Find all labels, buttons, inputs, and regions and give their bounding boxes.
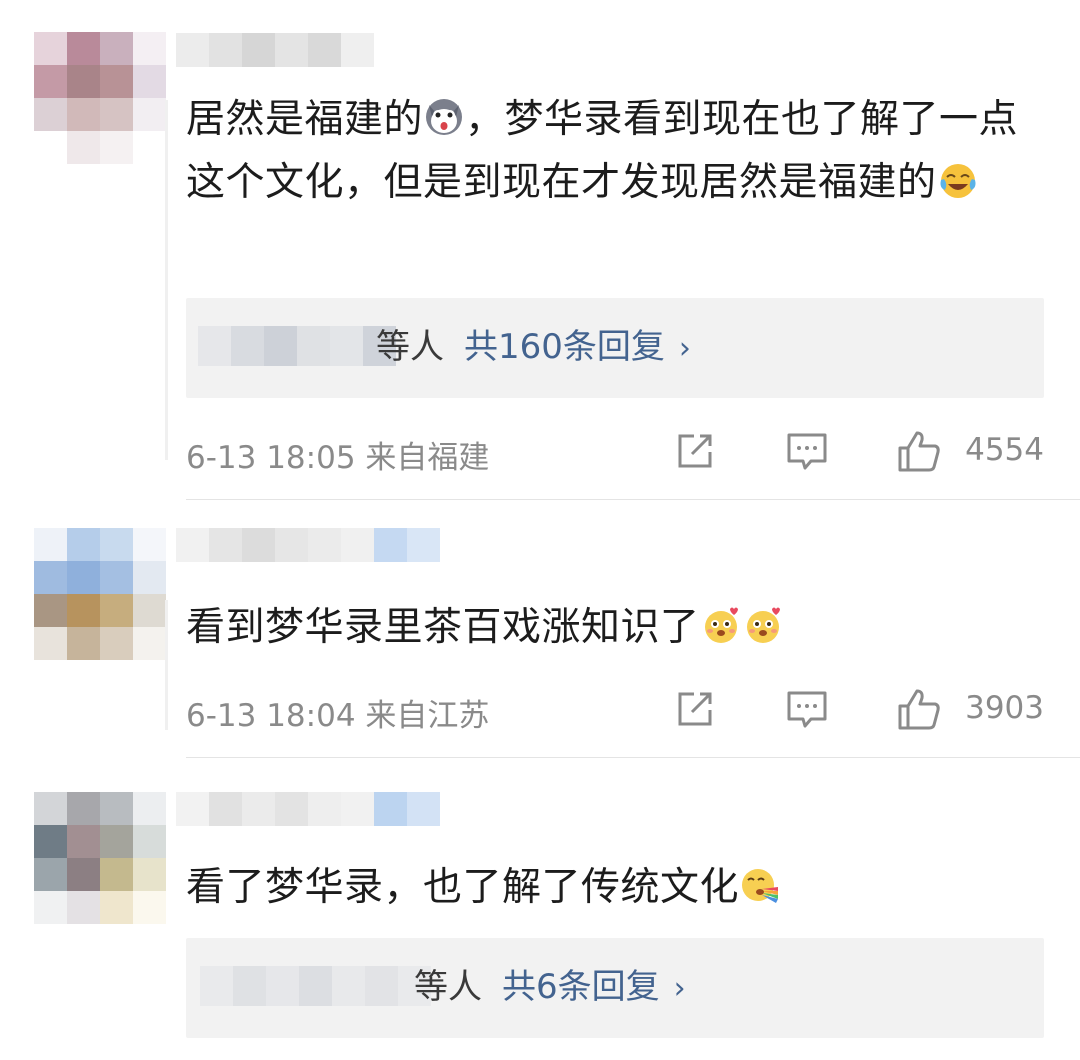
reply-count-link[interactable]: 共160条回复 bbox=[464, 327, 665, 367]
comment-icon[interactable] bbox=[784, 686, 830, 732]
reply-summary[interactable]: 等人 共160条回复 › bbox=[186, 298, 1044, 398]
share-icon[interactable] bbox=[672, 686, 718, 732]
timestamp: 6-13 18:05 bbox=[186, 440, 356, 476]
thread-line bbox=[165, 100, 168, 460]
reply-users-label: 等人 bbox=[376, 327, 444, 367]
like-count: 4554 bbox=[965, 432, 1044, 468]
blush-hearts-emoji bbox=[701, 601, 741, 643]
reply-users-blurred bbox=[198, 326, 396, 366]
comment-text: 居然是福建的 ，梦华录看到现在也了解了一点这个文化，但是到现在才发现居然是福建的 bbox=[186, 88, 1056, 214]
share-icon[interactable] bbox=[672, 428, 718, 474]
username-blurred[interactable] bbox=[176, 33, 374, 67]
comment-text: 看到梦华录里茶百戏涨知识了 bbox=[186, 596, 1056, 659]
chevron-right-icon: › bbox=[673, 971, 686, 1006]
timestamp: 6-13 18:04 bbox=[186, 698, 356, 734]
comment-item: 看到梦华录里茶百戏涨知识了 6-13 18:04 来自江苏 3903 bbox=[0, 500, 1080, 758]
reply-count-link[interactable]: 共6条回复 bbox=[502, 967, 660, 1007]
rainbow-vomit-emoji bbox=[740, 861, 780, 903]
reply-users-label: 等人 bbox=[414, 967, 482, 1007]
location: 来自福建 bbox=[365, 440, 490, 476]
husky-surprised-emoji bbox=[424, 93, 464, 135]
comment-meta: 6-13 18:04 来自江苏 3903 bbox=[186, 686, 1044, 736]
like-count: 3903 bbox=[965, 690, 1044, 726]
blush-hearts-emoji bbox=[743, 601, 783, 643]
comment-item: 居然是福建的 ，梦华录看到现在也了解了一点这个文化，但是到现在才发现居然是福建的 … bbox=[0, 0, 1080, 500]
reply-summary[interactable]: 等人 共6条回复 › bbox=[186, 938, 1044, 1038]
username-blurred[interactable] bbox=[176, 792, 440, 826]
thumbs-up-icon[interactable] bbox=[896, 686, 942, 732]
thread-line bbox=[165, 600, 168, 730]
laugh-cry-emoji bbox=[938, 156, 978, 198]
username-blurred[interactable] bbox=[176, 528, 440, 562]
avatar[interactable] bbox=[34, 32, 166, 164]
chevron-right-icon: › bbox=[678, 331, 691, 366]
avatar[interactable] bbox=[34, 528, 166, 660]
thumbs-up-icon[interactable] bbox=[896, 428, 942, 474]
comment-icon[interactable] bbox=[784, 428, 830, 474]
location: 来自江苏 bbox=[365, 698, 490, 734]
avatar[interactable] bbox=[34, 792, 166, 924]
comment-text: 看了梦华录，也了解了传统文化 bbox=[186, 856, 1056, 919]
reply-users-blurred bbox=[200, 966, 431, 1006]
comment-item: 看了梦华录，也了解了传统文化 等人 共6条回复 › bbox=[0, 758, 1080, 1060]
comment-meta: 6-13 18:05 来自福建 4554 bbox=[186, 428, 1044, 478]
